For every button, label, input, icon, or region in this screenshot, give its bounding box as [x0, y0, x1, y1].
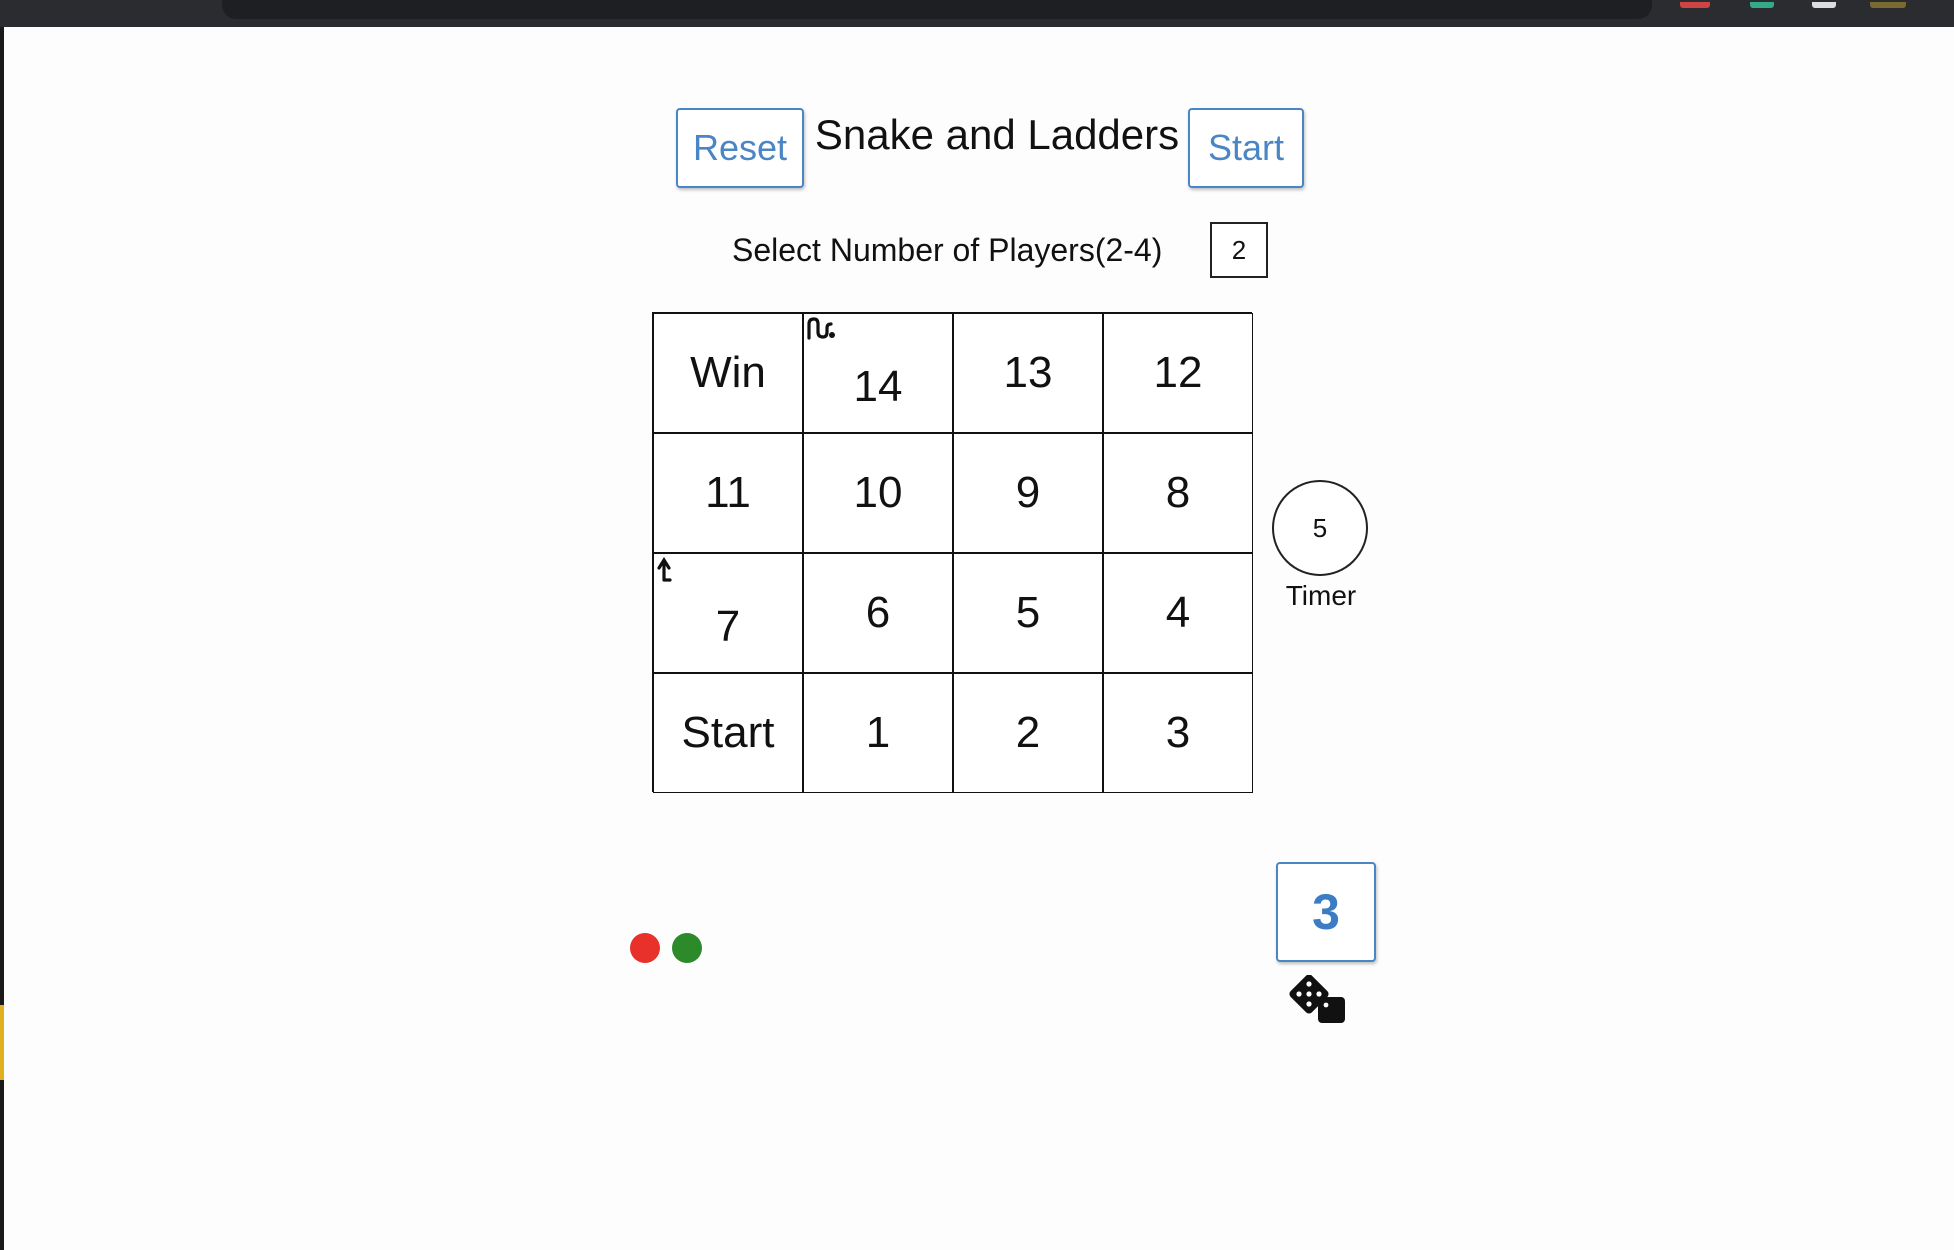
board-cell-label: Start: [681, 708, 775, 757]
board-cell: 9: [953, 433, 1103, 553]
player-count-input[interactable]: 2: [1210, 222, 1268, 278]
board-cell: 11: [653, 433, 803, 553]
game-header: Reset Snake and Ladders Start: [676, 108, 1304, 193]
dice-icon[interactable]: [1288, 974, 1352, 1025]
board-cell: Win: [653, 313, 803, 433]
extensions-icon[interactable]: [1812, 2, 1836, 8]
board-cell-label: 10: [853, 468, 903, 517]
extension-icon[interactable]: [1750, 2, 1774, 8]
board-cell: 10: [803, 433, 953, 553]
board-cell: 4: [1103, 553, 1253, 673]
board-cell: 8: [1103, 433, 1253, 553]
ladder-icon: [657, 556, 672, 582]
board-cell-label: 11: [705, 468, 751, 517]
board-cell-label: 6: [865, 588, 891, 637]
board-cell-label: 1: [865, 708, 891, 757]
board-cell-label: 4: [1165, 588, 1191, 637]
snake-icon: [807, 317, 835, 340]
board-cell: Start: [653, 673, 803, 793]
board-cell-label: 7: [715, 602, 741, 651]
board-cell-label: 13: [1003, 348, 1053, 397]
start-button[interactable]: Start: [1188, 108, 1304, 188]
board-cell-label: Win: [690, 348, 766, 397]
board-cell: 5: [953, 553, 1103, 673]
browser-toolbar: [0, 0, 1954, 27]
profile-avatar[interactable]: [1870, 2, 1906, 8]
board-cell: 14: [803, 313, 953, 433]
player-token-red: [630, 933, 660, 963]
timer-label: Timer: [1285, 580, 1357, 611]
timer-value: 5: [1312, 512, 1328, 543]
board-cell: 2: [953, 673, 1103, 793]
page-title: Snake and Ladders: [814, 111, 1180, 158]
board-cell-label: 2: [1015, 708, 1041, 757]
board-cell-label: 3: [1165, 708, 1191, 757]
board-cell-label: 9: [1015, 468, 1041, 517]
extension-icon[interactable]: [1680, 2, 1710, 8]
board-cell: 7: [653, 553, 803, 673]
player-token-green: [672, 933, 702, 963]
timer: 5 Timer: [1272, 480, 1372, 612]
dice-value-display: 3: [1276, 862, 1376, 962]
board-cell-label: 5: [1015, 588, 1041, 637]
board-cell-label: 8: [1165, 468, 1191, 517]
board-cell: 1: [803, 673, 953, 793]
board-cell: 3: [1103, 673, 1253, 793]
timer-circle: 5: [1272, 480, 1368, 576]
board-cell: 6: [803, 553, 953, 673]
board-cell-label: 14: [853, 362, 903, 411]
board-cell-label: 12: [1153, 348, 1203, 397]
reset-button[interactable]: Reset: [676, 108, 804, 188]
board-cell: 12: [1103, 313, 1253, 433]
board-cell: 13: [953, 313, 1103, 433]
window-edge-accent: [0, 1005, 4, 1080]
player-count-label: Select Number of Players(2-4): [732, 232, 1163, 268]
game-board: Win 14 13 12 11 10 9 8 7 6 5 4 Start 1 2 3: [652, 312, 1253, 793]
address-bar[interactable]: [222, 0, 1652, 19]
